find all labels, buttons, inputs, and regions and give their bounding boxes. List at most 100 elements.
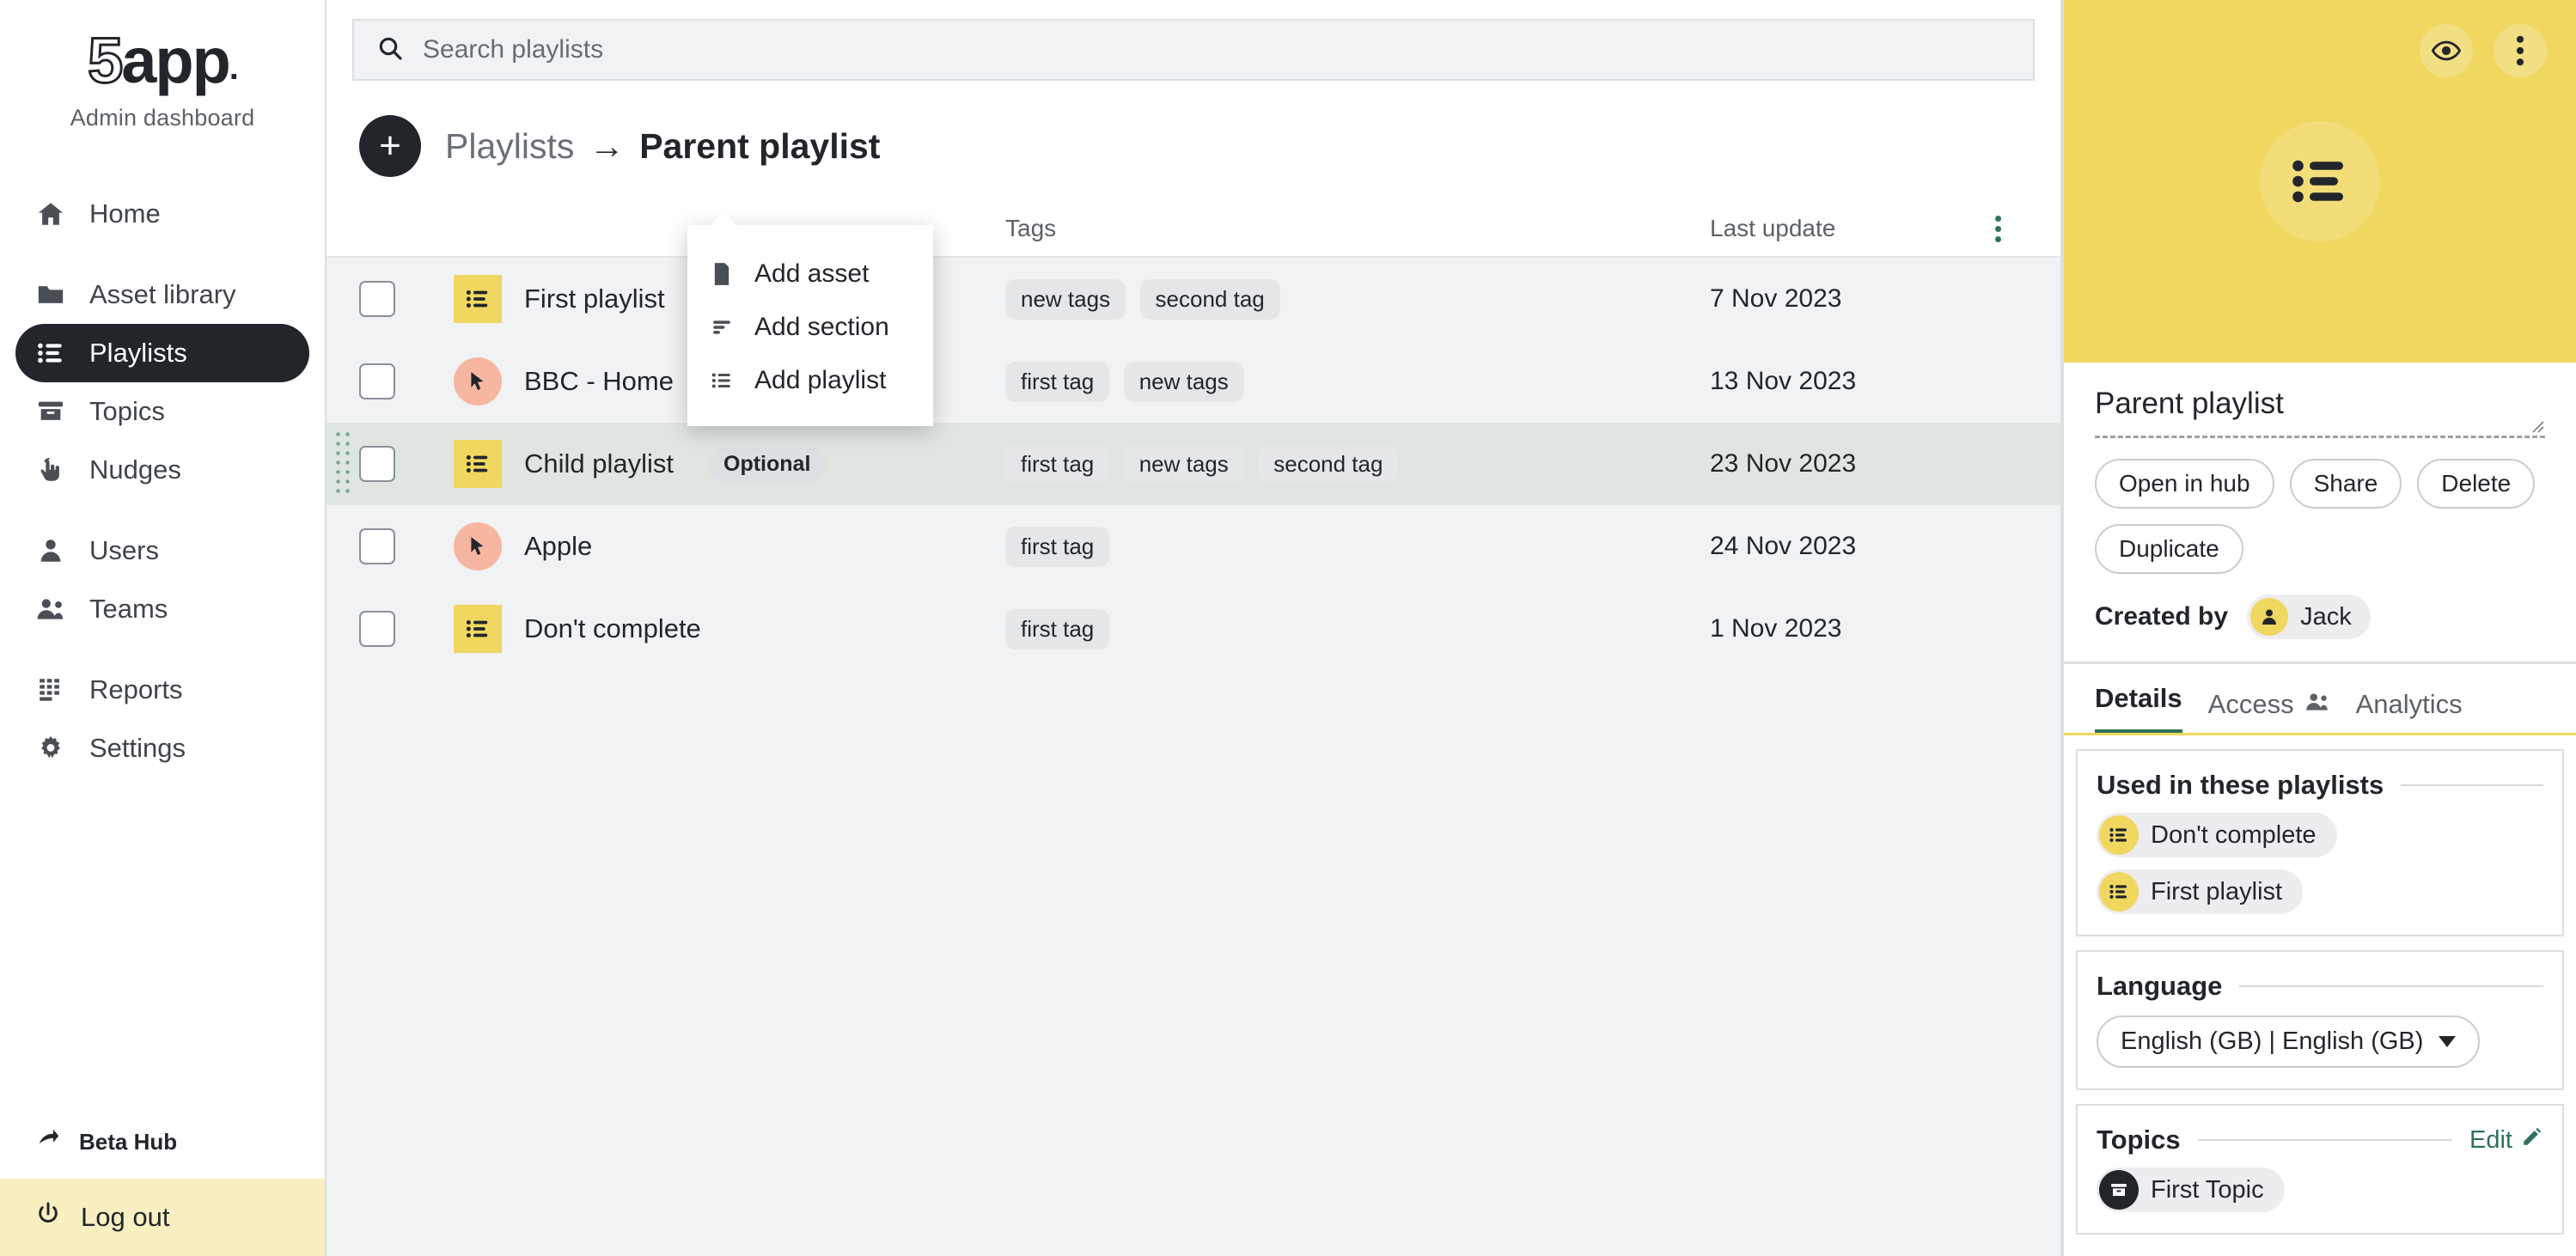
sidebar-item-label: Topics <box>89 396 165 426</box>
beta-hub-link[interactable]: Beta Hub <box>0 1105 325 1179</box>
tag-chip: first tag <box>1005 608 1110 649</box>
share-button[interactable]: Share <box>2289 459 2402 509</box>
section-rule <box>2401 784 2543 786</box>
search-bar: Search playlists <box>327 0 2060 100</box>
table-empty-space <box>327 670 2060 1256</box>
table-options-button[interactable] <box>1968 215 2028 242</box>
tab-label: Details <box>2095 683 2182 713</box>
breadcrumb-root[interactable]: Playlists <box>445 126 574 166</box>
row-last-update: 23 Nov 2023 <box>1710 449 1857 478</box>
drag-handle[interactable] <box>333 430 354 498</box>
playlist-thumb <box>454 440 502 488</box>
list-icon <box>708 369 736 392</box>
list-item[interactable]: First playlist <box>2097 869 2304 914</box>
list-item-label: First playlist <box>2151 877 2283 905</box>
edit-label: Edit <box>2469 1125 2512 1154</box>
duplicate-button[interactable]: Duplicate <box>2095 524 2243 574</box>
arrow-right-icon <box>36 1126 62 1158</box>
row-checkbox[interactable] <box>359 528 395 564</box>
row-checkbox[interactable] <box>359 281 395 317</box>
row-name: Child playlist <box>524 448 675 479</box>
row-tags: new tags second tag <box>1005 278 1710 320</box>
sidebar-item-playlists[interactable]: Playlists <box>15 324 309 382</box>
table-row[interactable]: Apple first tag 24 Nov 2023 <box>327 505 2060 588</box>
topic-icon <box>2099 1170 2139 1210</box>
menu-item-add-section[interactable]: Add section <box>687 301 933 354</box>
breadcrumb-row: + Playlists → Parent playlist <box>327 100 2060 201</box>
main-content: Search playlists + Playlists → Parent pl… <box>327 0 2062 1256</box>
add-button[interactable]: + <box>359 115 421 177</box>
table-row[interactable]: BBC - Home first tag new tags 13 Nov 202… <box>327 340 2060 423</box>
created-by-label: Created by <box>2095 602 2229 631</box>
menu-item-add-playlist[interactable]: Add playlist <box>687 354 933 407</box>
row-name: First playlist <box>524 284 665 314</box>
title-underline <box>2095 421 2545 438</box>
panel-title[interactable]: Parent playlist <box>2095 387 2545 435</box>
list-item[interactable]: Don't complete <box>2097 813 2337 857</box>
menu-item-add-asset[interactable]: Add asset <box>687 247 933 301</box>
sidebar-item-label: Asset library <box>89 279 236 309</box>
created-by-user-chip[interactable]: Jack <box>2247 594 2371 639</box>
sidebar-item-home[interactable]: Home <box>15 185 309 243</box>
resize-grip-icon[interactable] <box>2528 417 2545 434</box>
row-checkbox[interactable] <box>359 446 395 482</box>
sidebar-item-reports[interactable]: Reports <box>15 661 309 719</box>
logout-button[interactable]: Log out <box>0 1179 325 1256</box>
logo-dot: . <box>229 49 239 87</box>
row-checkbox[interactable] <box>359 611 395 647</box>
table-row[interactable]: First playlist new tags second tag 7 Nov… <box>327 258 2060 340</box>
created-by-user: Jack <box>2300 602 2352 631</box>
add-menu: Add asset Add section Add playlist <box>687 213 933 426</box>
playlist-thumb <box>454 275 502 323</box>
users-icon <box>34 594 67 624</box>
status-badge: Optional <box>708 446 827 482</box>
power-icon <box>34 1200 62 1235</box>
breadcrumb: Playlists → Parent playlist <box>445 126 880 167</box>
search-input[interactable]: Search playlists <box>352 19 2035 81</box>
link-thumb <box>454 522 502 570</box>
tab-access[interactable]: Access <box>2208 689 2330 735</box>
table-row[interactable]: Don't complete first tag 1 Nov 2023 <box>327 588 2060 670</box>
sidebar-item-teams[interactable]: Teams <box>15 580 309 638</box>
brand-subtitle: Admin dashboard <box>70 105 255 131</box>
header-last-update: Last update <box>1710 215 1836 241</box>
tab-details[interactable]: Details <box>2095 683 2182 735</box>
sidebar-item-label: Teams <box>89 594 168 624</box>
row-checkbox[interactable] <box>359 363 395 399</box>
sidebar-item-topics[interactable]: Topics <box>15 382 309 441</box>
row-tags: first tag new tags <box>1005 361 1710 402</box>
sidebar-item-users[interactable]: Users <box>15 521 309 580</box>
open-in-hub-button[interactable]: Open in hub <box>2095 459 2274 509</box>
list-item[interactable]: First Topic <box>2097 1168 2285 1212</box>
tag-chip: first tag <box>1005 361 1110 402</box>
playlist-icon <box>2099 872 2139 912</box>
row-checkbox-cell <box>359 611 454 647</box>
row-last-update: 24 Nov 2023 <box>1710 532 1857 560</box>
home-icon <box>34 199 67 229</box>
tab-analytics[interactable]: Analytics <box>2356 689 2463 735</box>
playlist-thumb <box>454 605 502 653</box>
table-row[interactable]: Child playlist Optional first tag new ta… <box>327 423 2060 505</box>
delete-button[interactable]: Delete <box>2417 459 2536 509</box>
sidebar-item-settings[interactable]: Settings <box>15 719 309 777</box>
row-name: Don't complete <box>524 613 701 643</box>
sidebar-item-label: Reports <box>89 674 183 704</box>
preview-button[interactable] <box>2420 24 2473 77</box>
edit-topics-button[interactable]: Edit <box>2469 1125 2543 1155</box>
chevron-down-icon <box>2439 1036 2457 1047</box>
tag-chip: first tag <box>1005 526 1110 567</box>
sidebar-item-asset-library[interactable]: Asset library <box>15 265 309 324</box>
breadcrumb-arrow-icon: → <box>589 125 625 166</box>
details-panel: Parent playlist Open in hub Share Delete… <box>2062 0 2576 1256</box>
sidebar-item-nudges[interactable]: Nudges <box>15 441 309 499</box>
language-select[interactable]: English (GB) | English (GB) <box>2097 1015 2481 1068</box>
tag-chip: first tag <box>1005 443 1110 485</box>
panel-tabs: Details Access Analytics <box>2064 662 2576 735</box>
menu-item-label: Add playlist <box>754 366 887 394</box>
user-icon <box>34 536 67 565</box>
list-icon <box>34 338 67 368</box>
section-icon <box>708 316 736 338</box>
hero-options-button[interactable] <box>2494 24 2547 77</box>
